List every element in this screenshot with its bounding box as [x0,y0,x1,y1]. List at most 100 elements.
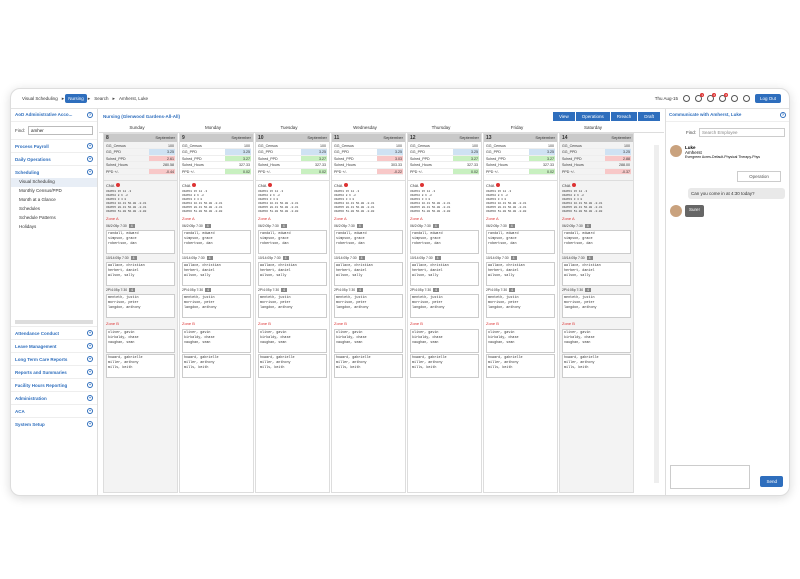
shift-row[interactable]: 2P/4:05p 7:30 4 [332,287,405,293]
shift-count[interactable]: 4 [204,223,211,228]
shift-count[interactable]: 4 [280,223,287,228]
staff-list[interactable]: randall, edward simpson, grace robertson… [562,229,631,254]
staff-list[interactable]: howard, gabrielle miller, anthony mills,… [486,353,555,378]
shift-count[interactable]: 4 [433,287,440,292]
staff-list[interactable]: oliver, gavin kirkaldy, chase vaughan, s… [410,328,479,353]
staff-list[interactable]: wallace, christian herbert, daniel wilso… [182,261,251,286]
staff-list[interactable]: oliver, gavin kirkaldy, chase vaughan, s… [258,328,327,353]
nav-section[interactable]: Reports and Summaries + [11,365,97,378]
shift-row[interactable]: 10/14:05p 7:30 4 [332,255,405,261]
expand-icon[interactable]: + [87,421,93,427]
cna-alert-icon[interactable] [496,183,501,188]
staff-list[interactable]: menteth, justin morrison, peter langdon,… [334,293,403,318]
shift-row[interactable]: 2P/4:05p 7:30 4 [408,287,481,293]
crumb-employee[interactable]: Amherst, Luke [116,94,151,103]
cna-alert-icon[interactable] [572,183,577,188]
shift-row[interactable]: 06/2:05p 7:30 4 [560,223,633,229]
shift-count[interactable]: 4 [206,255,213,260]
shift-row[interactable]: 10/14:05p 7:30 4 [408,255,481,261]
send-button[interactable]: Send [760,476,783,487]
toolbar-button[interactable]: Rreach [610,111,638,121]
shift-row[interactable]: 10/14:05p 7:30 4 [104,255,177,261]
cna-alert-icon[interactable] [116,183,121,188]
nav-section[interactable]: ACA + [11,404,97,417]
cna-alert-icon[interactable] [344,183,349,188]
help-icon[interactable]: ? [780,112,786,118]
shift-row[interactable]: 06/2:05p 7:30 4 [104,223,177,229]
staff-list[interactable]: menteth, justin morrison, peter langdon,… [562,293,631,318]
staff-list[interactable]: howard, gabrielle miller, anthony mills,… [334,353,403,378]
shift-row[interactable]: 10/14:05p 7:30 4 [560,255,633,261]
shift-count[interactable]: 4 [356,223,363,228]
sched-item[interactable]: Month at a Glance [11,196,97,205]
shift-row[interactable]: 2P/4:05p 7:30 4 [256,287,329,293]
shift-count[interactable]: 4 [509,287,516,292]
shift-row[interactable]: 06/2:05p 7:30 4 [484,223,557,229]
calendar-icon[interactable] [730,95,738,102]
nav-section[interactable]: Process Payroll + [11,139,97,152]
refresh-icon[interactable] [742,95,750,102]
shift-count[interactable]: 4 [281,287,288,292]
staff-list[interactable]: wallace, christian herbert, daniel wilso… [562,261,631,286]
shift-row[interactable]: 10/14:05p 7:30 4 [180,255,253,261]
expand-icon[interactable]: + [87,408,93,414]
staff-list[interactable]: oliver, gavin kirkaldy, chase vaughan, s… [562,328,631,353]
sched-item[interactable]: Schedules [11,205,97,214]
shift-count[interactable]: 4 [205,287,212,292]
staff-list[interactable]: randall, edward simpson, grace robertson… [486,229,555,254]
shift-count[interactable]: 4 [586,255,593,260]
nav-section[interactable]: Leave Management + [11,339,97,352]
crumb-visual-scheduling[interactable]: Visual Scheduling [19,94,61,103]
shift-row[interactable]: 2P/4:05p 7:30 4 [104,287,177,293]
nav-section[interactable]: Facility Hours Reporting + [11,378,97,391]
staff-list[interactable]: oliver, gavin kirkaldy, chase vaughan, s… [486,328,555,353]
staff-list[interactable]: menteth, justin morrison, peter langdon,… [182,293,251,318]
staff-list[interactable]: howard, gabrielle miller, anthony mills,… [182,353,251,378]
crumb-search[interactable]: Search [91,94,111,103]
expand-icon[interactable]: + [87,143,93,149]
staff-list[interactable]: howard, gabrielle miller, anthony mills,… [410,353,479,378]
staff-list[interactable]: wallace, christian herbert, daniel wilso… [334,261,403,286]
staff-list[interactable]: wallace, christian herbert, daniel wilso… [106,261,175,286]
staff-list[interactable]: randall, edward simpson, grace robertson… [106,229,175,254]
message-input[interactable] [670,465,750,489]
shift-count[interactable]: 4 [434,255,441,260]
message-icon[interactable]: 2 [706,93,716,102]
expand-icon[interactable]: + [87,330,93,336]
nav-section[interactable]: Long Term Care Reports + [11,352,97,365]
alert-icon[interactable]: 1 [694,93,704,102]
nav-section[interactable]: Scheduling + [11,165,97,178]
staff-list[interactable]: randall, edward simpson, grace robertson… [182,229,251,254]
expand-icon[interactable]: + [87,169,93,175]
staff-list[interactable]: randall, edward simpson, grace robertson… [258,229,327,254]
toolbar-button[interactable]: Operations [575,111,610,121]
shift-row[interactable]: 06/2:05p 7:30 4 [180,223,253,229]
logout-button[interactable]: Log Out [754,94,781,103]
user-icon[interactable] [682,95,690,102]
expand-icon[interactable]: + [87,395,93,401]
sched-item[interactable]: Monthly Census/PPD [11,187,97,196]
shift-count[interactable]: 4 [282,255,289,260]
shift-count[interactable]: 4 [432,223,439,228]
staff-list[interactable]: oliver, gavin kirkaldy, chase vaughan, s… [182,328,251,353]
shift-count[interactable]: 4 [129,287,136,292]
sched-item[interactable]: Visual Scheduling [11,178,97,187]
staff-list[interactable]: howard, gabrielle miller, anthony mills,… [106,353,175,378]
expand-icon[interactable]: + [87,156,93,162]
schedule-scrollbar[interactable] [654,145,659,483]
staff-list[interactable]: menteth, justin morrison, peter langdon,… [258,293,327,318]
shift-row[interactable]: 2P/4:05p 7:30 4 [560,287,633,293]
shift-count[interactable]: 4 [508,223,515,228]
nav-section[interactable]: Attendance Conduct + [11,326,97,339]
nav-section[interactable]: Daily Operations + [11,152,97,165]
shift-count[interactable]: 4 [130,255,137,260]
operation-select[interactable]: Operation [737,171,781,182]
shift-count[interactable]: 4 [358,255,365,260]
staff-list[interactable]: randall, edward simpson, grace robertson… [410,229,479,254]
toolbar-button[interactable]: Draft [638,111,660,121]
task-icon[interactable]: 6 [718,93,728,102]
shift-count[interactable]: 4 [357,287,364,292]
expand-icon[interactable]: + [87,382,93,388]
shift-row[interactable]: 2P/4:05p 7:30 4 [484,287,557,293]
shift-row[interactable]: 2P/4:05p 7:30 4 [180,287,253,293]
